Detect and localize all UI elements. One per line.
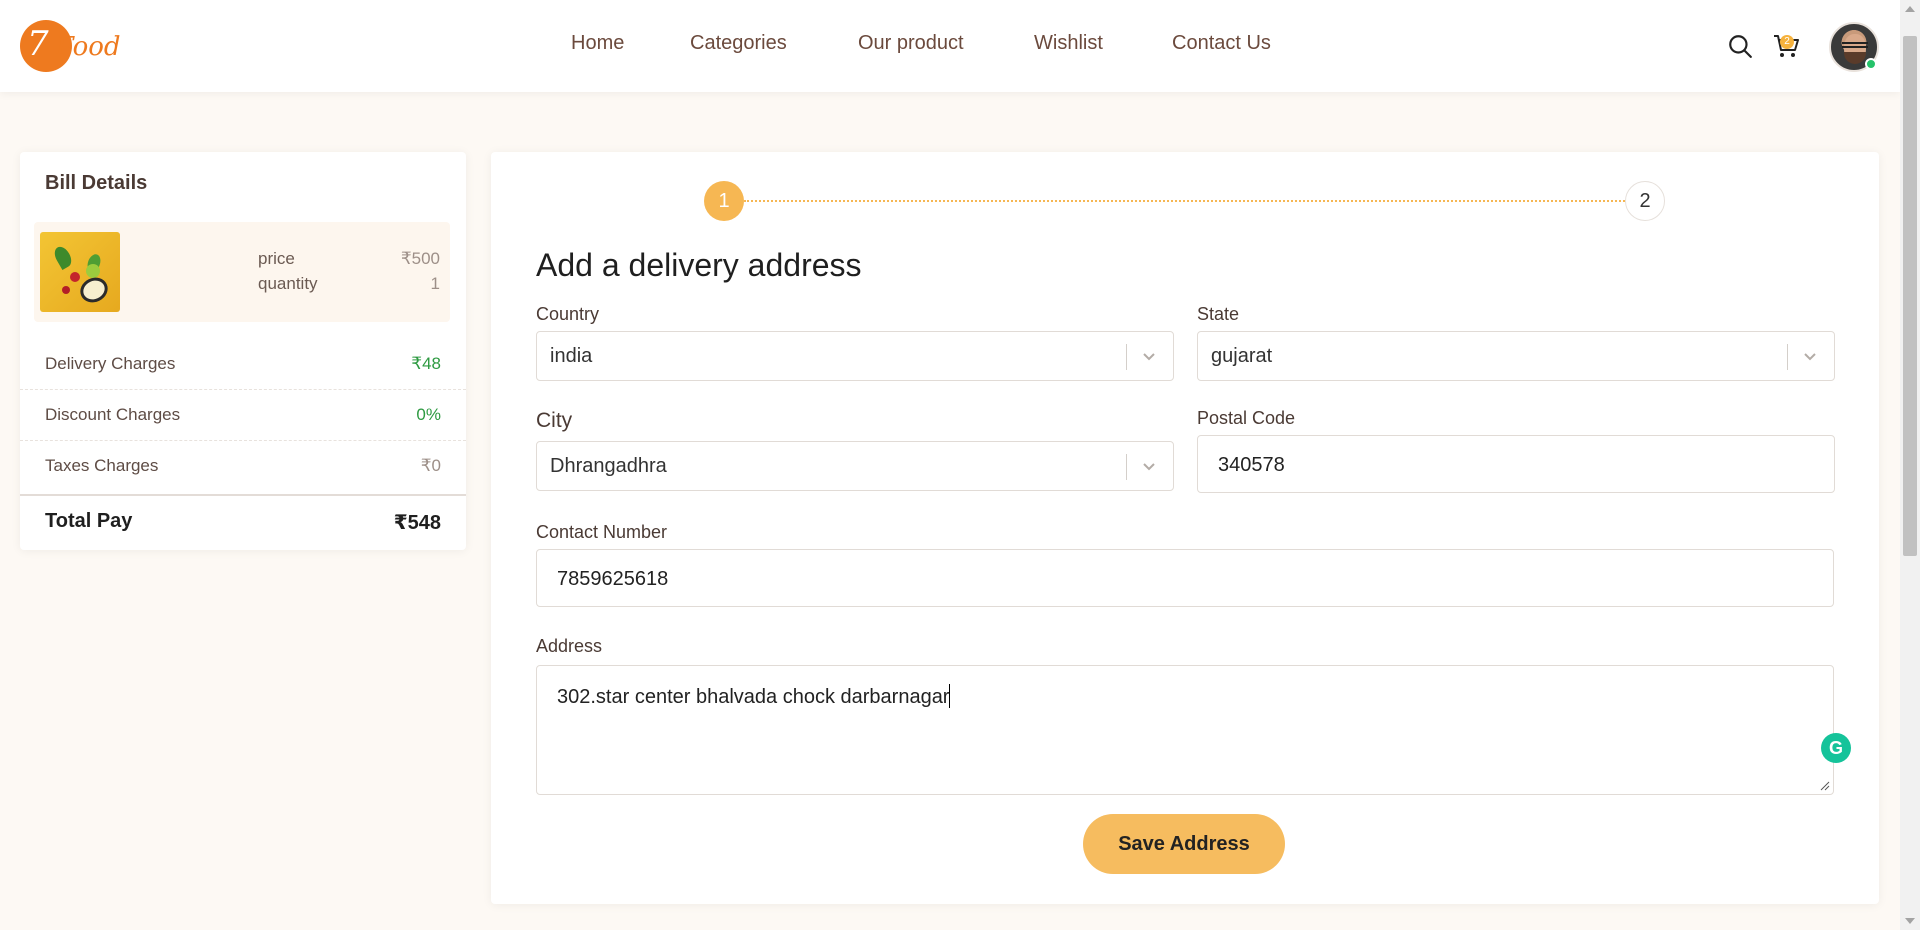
select-separator: [1787, 344, 1788, 370]
main-nav: Home Categories Our product Wishlist Con…: [0, 32, 1900, 60]
postal-code-label: Postal Code: [1197, 408, 1296, 428]
total-pay-label: Total Pay: [45, 510, 133, 532]
country-value: india: [550, 345, 593, 367]
bill-details-card: Bill Details price ₹500 quantity 1 Deliv…: [20, 152, 466, 550]
state-value: gujarat: [1211, 345, 1273, 367]
delivery-address-card: 1 2 Add a delivery address Country india…: [491, 152, 1879, 904]
online-status-dot: [1865, 58, 1877, 70]
nav-item-wishlist[interactable]: Wishlist: [1034, 32, 1103, 55]
country-select[interactable]: india: [536, 331, 1174, 381]
chevron-down-icon: [1143, 463, 1155, 471]
state-label: State: [1197, 304, 1240, 324]
taxes-charges-row: Taxes Charges ₹0: [20, 441, 466, 492]
postal-code-input[interactable]: 340578: [1197, 435, 1835, 493]
nav-item-categories[interactable]: Categories: [690, 32, 787, 55]
search-icon[interactable]: [1727, 33, 1753, 59]
address-value: 302.star center bhalvada chock darbarnag…: [557, 684, 951, 709]
taxes-charges-label: Taxes Charges: [45, 456, 159, 475]
bill-item: price ₹500 quantity 1: [34, 222, 450, 322]
avatar-beard: [1844, 52, 1866, 64]
grammarly-icon[interactable]: G: [1821, 733, 1851, 763]
bill-details-title: Bill Details: [45, 172, 148, 194]
delivery-charges-value: ₹48: [411, 354, 441, 373]
nav-item-home[interactable]: Home: [571, 32, 624, 55]
thumb-lime: [86, 264, 100, 278]
nav-item-our-product[interactable]: Our product: [858, 32, 964, 55]
contact-number-label: Contact Number: [536, 522, 668, 542]
form-title: Add a delivery address: [536, 247, 862, 283]
nav-item-contact-us[interactable]: Contact Us: [1172, 32, 1271, 55]
taxes-charges-value: ₹0: [420, 456, 441, 475]
resize-handle-icon[interactable]: [1820, 781, 1830, 791]
chevron-down-icon: [1804, 353, 1816, 361]
total-pay-value: ₹548: [393, 512, 441, 534]
step-1-indicator[interactable]: 1: [704, 181, 744, 221]
delivery-charges-row: Delivery Charges ₹48: [20, 339, 466, 390]
save-address-button[interactable]: Save Address: [1083, 814, 1285, 874]
address-textarea[interactable]: 302.star center bhalvada chock darbarnag…: [536, 665, 1851, 795]
state-select[interactable]: gujarat: [1197, 331, 1835, 381]
discount-charges-label: Discount Charges: [45, 405, 181, 424]
price-label: price: [258, 249, 295, 268]
total-pay-row: Total Pay ₹548: [20, 494, 466, 546]
thumb-leaf: [51, 243, 75, 271]
text-caret: [949, 684, 951, 708]
scroll-thumb[interactable]: [1903, 36, 1917, 556]
address-label: Address: [536, 636, 603, 656]
page-scrollbar[interactable]: [1900, 0, 1920, 930]
scroll-down-arrow[interactable]: [1905, 918, 1915, 924]
address-text: 302.star center bhalvada chock darbarnag…: [557, 686, 950, 708]
avatar-glasses: [1842, 42, 1868, 48]
delivery-charges-label: Delivery Charges: [45, 354, 176, 373]
cart-count-badge: 2: [1780, 35, 1794, 49]
contact-number-input[interactable]: 7859625618: [536, 549, 1834, 607]
city-select[interactable]: Dhrangadhra: [536, 441, 1174, 491]
quantity-value: 1: [430, 274, 440, 293]
top-navbar: 7 Food Home Categories Our product Wishl…: [0, 0, 1900, 92]
discount-charges-row: Discount Charges 0%: [20, 390, 466, 441]
select-separator: [1126, 344, 1127, 370]
city-label: City: [536, 409, 573, 432]
thumb-berry: [62, 286, 70, 294]
chevron-down-icon: [1143, 353, 1155, 361]
thumb-egg: [76, 273, 112, 307]
country-label: Country: [536, 304, 600, 324]
step-2-indicator[interactable]: 2: [1625, 181, 1665, 221]
quantity-label: quantity: [258, 274, 318, 293]
contact-number-value: 7859625618: [557, 568, 669, 590]
postal-code-value: 340578: [1218, 454, 1285, 476]
discount-charges-value: 0%: [416, 405, 441, 424]
stepper-connector: [744, 200, 1625, 202]
city-value: Dhrangadhra: [550, 455, 667, 477]
product-thumbnail: [40, 232, 120, 312]
thumb-berry: [70, 272, 80, 282]
scroll-up-arrow[interactable]: [1905, 6, 1915, 12]
price-value: ₹500: [400, 249, 440, 268]
select-separator: [1126, 454, 1127, 480]
